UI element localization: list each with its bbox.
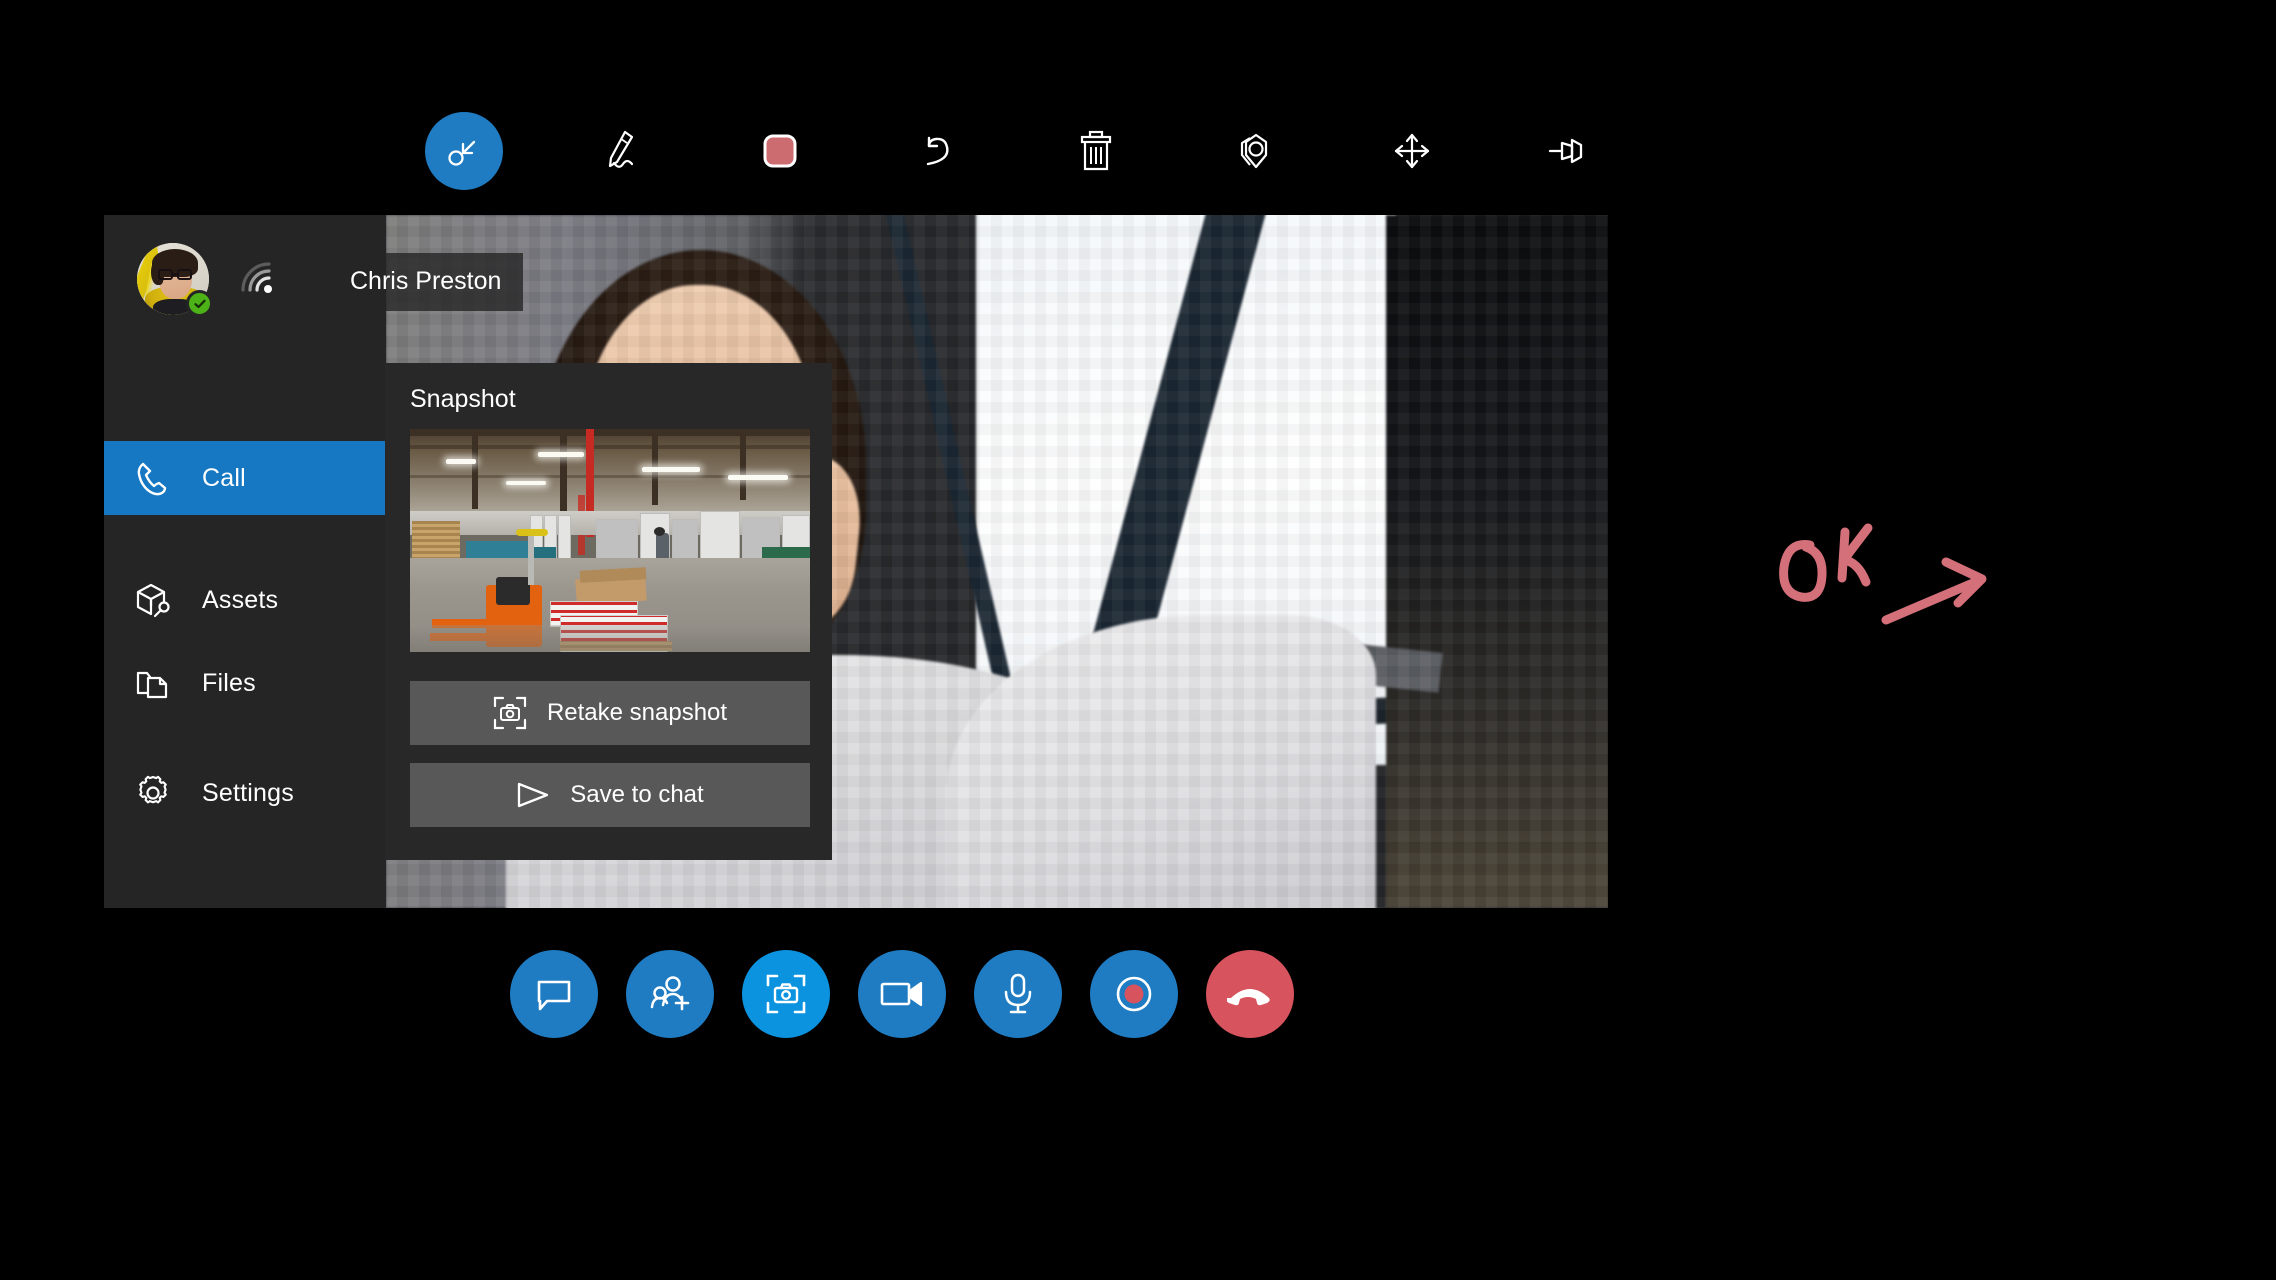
retake-snapshot-label: Retake snapshot bbox=[546, 699, 728, 726]
gear-icon bbox=[130, 773, 176, 813]
pin-icon bbox=[1548, 138, 1583, 164]
video-button[interactable] bbox=[858, 950, 946, 1038]
snapshot-panel: Snapshot Retake snapshot Save to chat bbox=[385, 363, 832, 860]
chat-button[interactable] bbox=[510, 950, 598, 1038]
avatar[interactable] bbox=[137, 243, 213, 317]
add-participant-button[interactable] bbox=[626, 950, 714, 1038]
sidebar-item-files[interactable]: Files bbox=[104, 646, 386, 720]
assets-box-icon bbox=[130, 580, 176, 620]
camera-frame-icon bbox=[766, 974, 806, 1014]
location-pin-icon bbox=[1240, 133, 1268, 169]
presence-available-badge bbox=[186, 290, 213, 317]
sidebar-item-call[interactable]: Call bbox=[104, 441, 386, 515]
add-person-icon bbox=[650, 976, 690, 1011]
video-camera-icon bbox=[880, 981, 923, 1007]
ink-color-swatch[interactable] bbox=[741, 112, 819, 190]
microphone-button[interactable] bbox=[974, 950, 1062, 1038]
save-to-chat-label: Save to chat bbox=[570, 781, 704, 808]
phone-icon bbox=[130, 459, 176, 497]
trash-icon bbox=[1080, 130, 1112, 171]
color-swatch-icon bbox=[763, 134, 797, 168]
camera-frame-icon bbox=[493, 696, 527, 730]
snapshot-button[interactable] bbox=[742, 950, 830, 1038]
move-arrows-icon bbox=[1394, 133, 1430, 169]
sidebar-item-label: Settings bbox=[202, 778, 294, 807]
sidebar-item-label: Files bbox=[202, 668, 256, 697]
checkmark-icon bbox=[193, 299, 206, 308]
profile-row bbox=[137, 243, 281, 317]
chat-bubble-icon bbox=[537, 980, 571, 1011]
participant-name-badge: Chris Preston bbox=[328, 253, 524, 311]
undo-tool[interactable] bbox=[899, 112, 977, 190]
pen-icon bbox=[608, 130, 634, 168]
hang-up-phone-icon bbox=[1227, 989, 1270, 1006]
retake-snapshot-button[interactable]: Retake snapshot bbox=[410, 681, 810, 745]
app-stage: Call Assets Files Settings Chris Preston… bbox=[0, 0, 2276, 1280]
sidebar-item-settings[interactable]: Settings bbox=[104, 756, 386, 830]
place-marker-tool[interactable] bbox=[1215, 112, 1293, 190]
sidebar-item-assets[interactable]: Assets bbox=[104, 563, 386, 637]
ink-annotation-ok-arrow bbox=[1779, 523, 1987, 625]
signal-strength-icon bbox=[241, 262, 272, 293]
snapshot-thumbnail[interactable] bbox=[410, 429, 810, 652]
end-call-button[interactable] bbox=[1206, 950, 1294, 1038]
sidebar-item-label: Assets bbox=[202, 585, 279, 614]
send-arrow-icon bbox=[518, 782, 549, 808]
pin-toolbar-tool[interactable] bbox=[1531, 112, 1609, 190]
delete-all-tool[interactable] bbox=[1057, 112, 1135, 190]
cursor-arrow-icon bbox=[448, 140, 476, 166]
files-icon bbox=[130, 664, 176, 702]
sidebar-item-label: Call bbox=[202, 463, 246, 492]
annotation-toolbar bbox=[425, 112, 1609, 190]
record-button[interactable] bbox=[1090, 950, 1178, 1038]
microphone-icon bbox=[1004, 973, 1032, 1014]
save-to-chat-button[interactable]: Save to chat bbox=[410, 763, 810, 827]
select-cursor-tool[interactable] bbox=[425, 112, 503, 190]
call-controls-bar bbox=[510, 950, 1294, 1038]
call-app-window: Call Assets Files Settings bbox=[104, 215, 1608, 908]
move-toolbar-tool[interactable] bbox=[1373, 112, 1451, 190]
record-circle-icon bbox=[1116, 976, 1152, 1012]
ink-pen-tool[interactable] bbox=[583, 112, 661, 190]
app-sidebar: Call Assets Files Settings bbox=[104, 215, 386, 908]
undo-arrow-icon bbox=[926, 136, 949, 166]
snapshot-panel-title: Snapshot bbox=[410, 385, 516, 413]
